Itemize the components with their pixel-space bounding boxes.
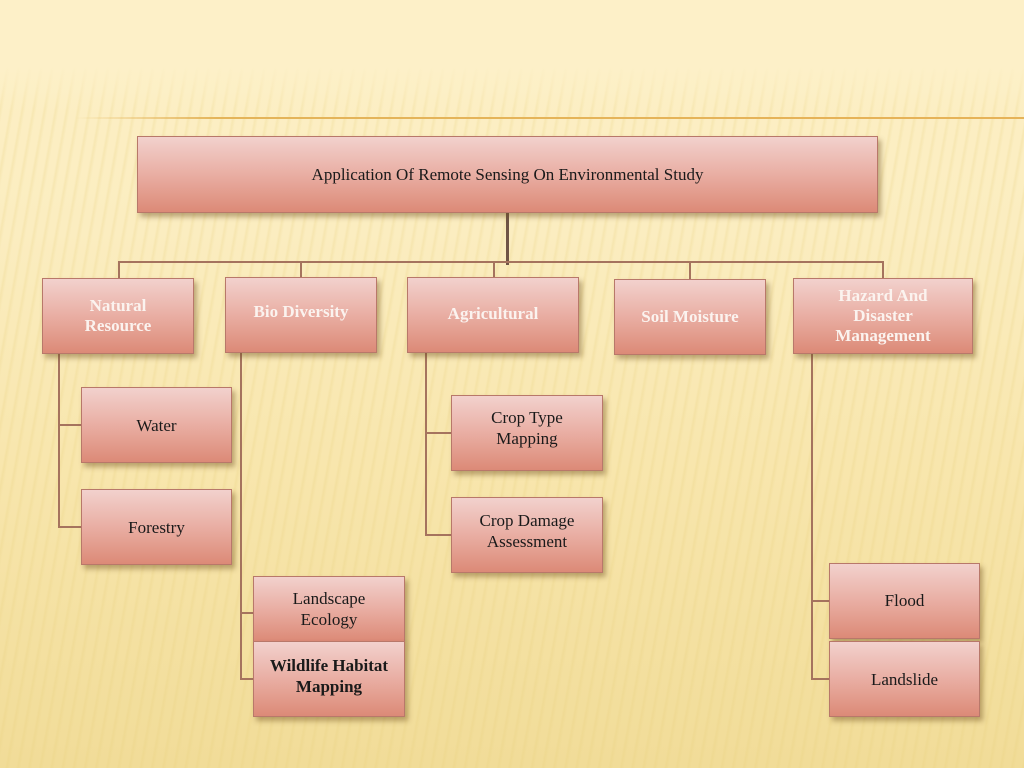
crop-type-connector: [425, 432, 452, 434]
node-label: Wildlife Habitat Mapping: [269, 656, 389, 696]
category-label: Soil Moisture: [641, 307, 739, 326]
category-label: Hazard And Disaster Management: [835, 286, 931, 345]
node-label: Water: [136, 415, 177, 435]
node-wildlife-habitat-mapping: Wildlife Habitat Mapping: [253, 641, 405, 717]
category-agricultural: Agricultural: [407, 277, 579, 353]
root-node: Application Of Remote Sensing On Environ…: [137, 136, 878, 213]
category-label: Natural Resource: [84, 296, 152, 335]
natural-resource-spine: [58, 353, 60, 527]
background-top-fade: [0, 0, 1024, 110]
node-label: Flood: [884, 590, 925, 610]
node-forestry: Forestry: [81, 489, 232, 565]
category-label: Agricultural: [447, 304, 539, 323]
branch-drop-soil-moisture: [689, 261, 691, 279]
category-hazard-disaster-management: Hazard And Disaster Management: [793, 278, 973, 354]
node-landscape-ecology: Landscape Ecology: [253, 576, 405, 642]
node-flood: Flood: [829, 563, 980, 639]
forestry-connector: [58, 526, 82, 528]
landslide-connector: [811, 678, 830, 680]
agricultural-spine: [425, 353, 427, 535]
node-crop-type-mapping: Crop Type Mapping: [451, 395, 603, 471]
root-node-label: Application Of Remote Sensing On Environ…: [311, 165, 704, 184]
category-natural-resource: Natural Resource: [42, 278, 194, 354]
node-label: Forestry: [128, 517, 185, 537]
branch-bus: [118, 261, 884, 263]
node-label: Crop Type Mapping: [491, 408, 563, 448]
node-landslide: Landslide: [829, 641, 980, 717]
category-label: Bio Diversity: [253, 302, 349, 321]
flood-connector: [811, 600, 830, 602]
node-label: Landslide: [870, 669, 939, 689]
node-label: Crop Damage Assessment: [479, 511, 575, 551]
water-connector: [58, 424, 82, 426]
node-crop-damage-assessment: Crop Damage Assessment: [451, 497, 603, 573]
branch-drop-hazard: [882, 261, 884, 278]
node-label: Landscape Ecology: [292, 589, 366, 629]
hazard-spine: [811, 353, 813, 679]
title-divider-line: [75, 117, 1024, 119]
bio-diversity-spine: [240, 353, 242, 680]
category-bio-diversity: Bio Diversity: [225, 277, 377, 353]
branch-drop-natural-resource: [118, 261, 120, 278]
branch-drop-agricultural: [493, 261, 495, 278]
category-soil-moisture: Soil Moisture: [614, 279, 766, 355]
branch-drop-bio-diversity: [300, 261, 302, 278]
crop-damage-connector: [425, 534, 452, 536]
node-water: Water: [81, 387, 232, 463]
root-stem: [506, 213, 509, 265]
